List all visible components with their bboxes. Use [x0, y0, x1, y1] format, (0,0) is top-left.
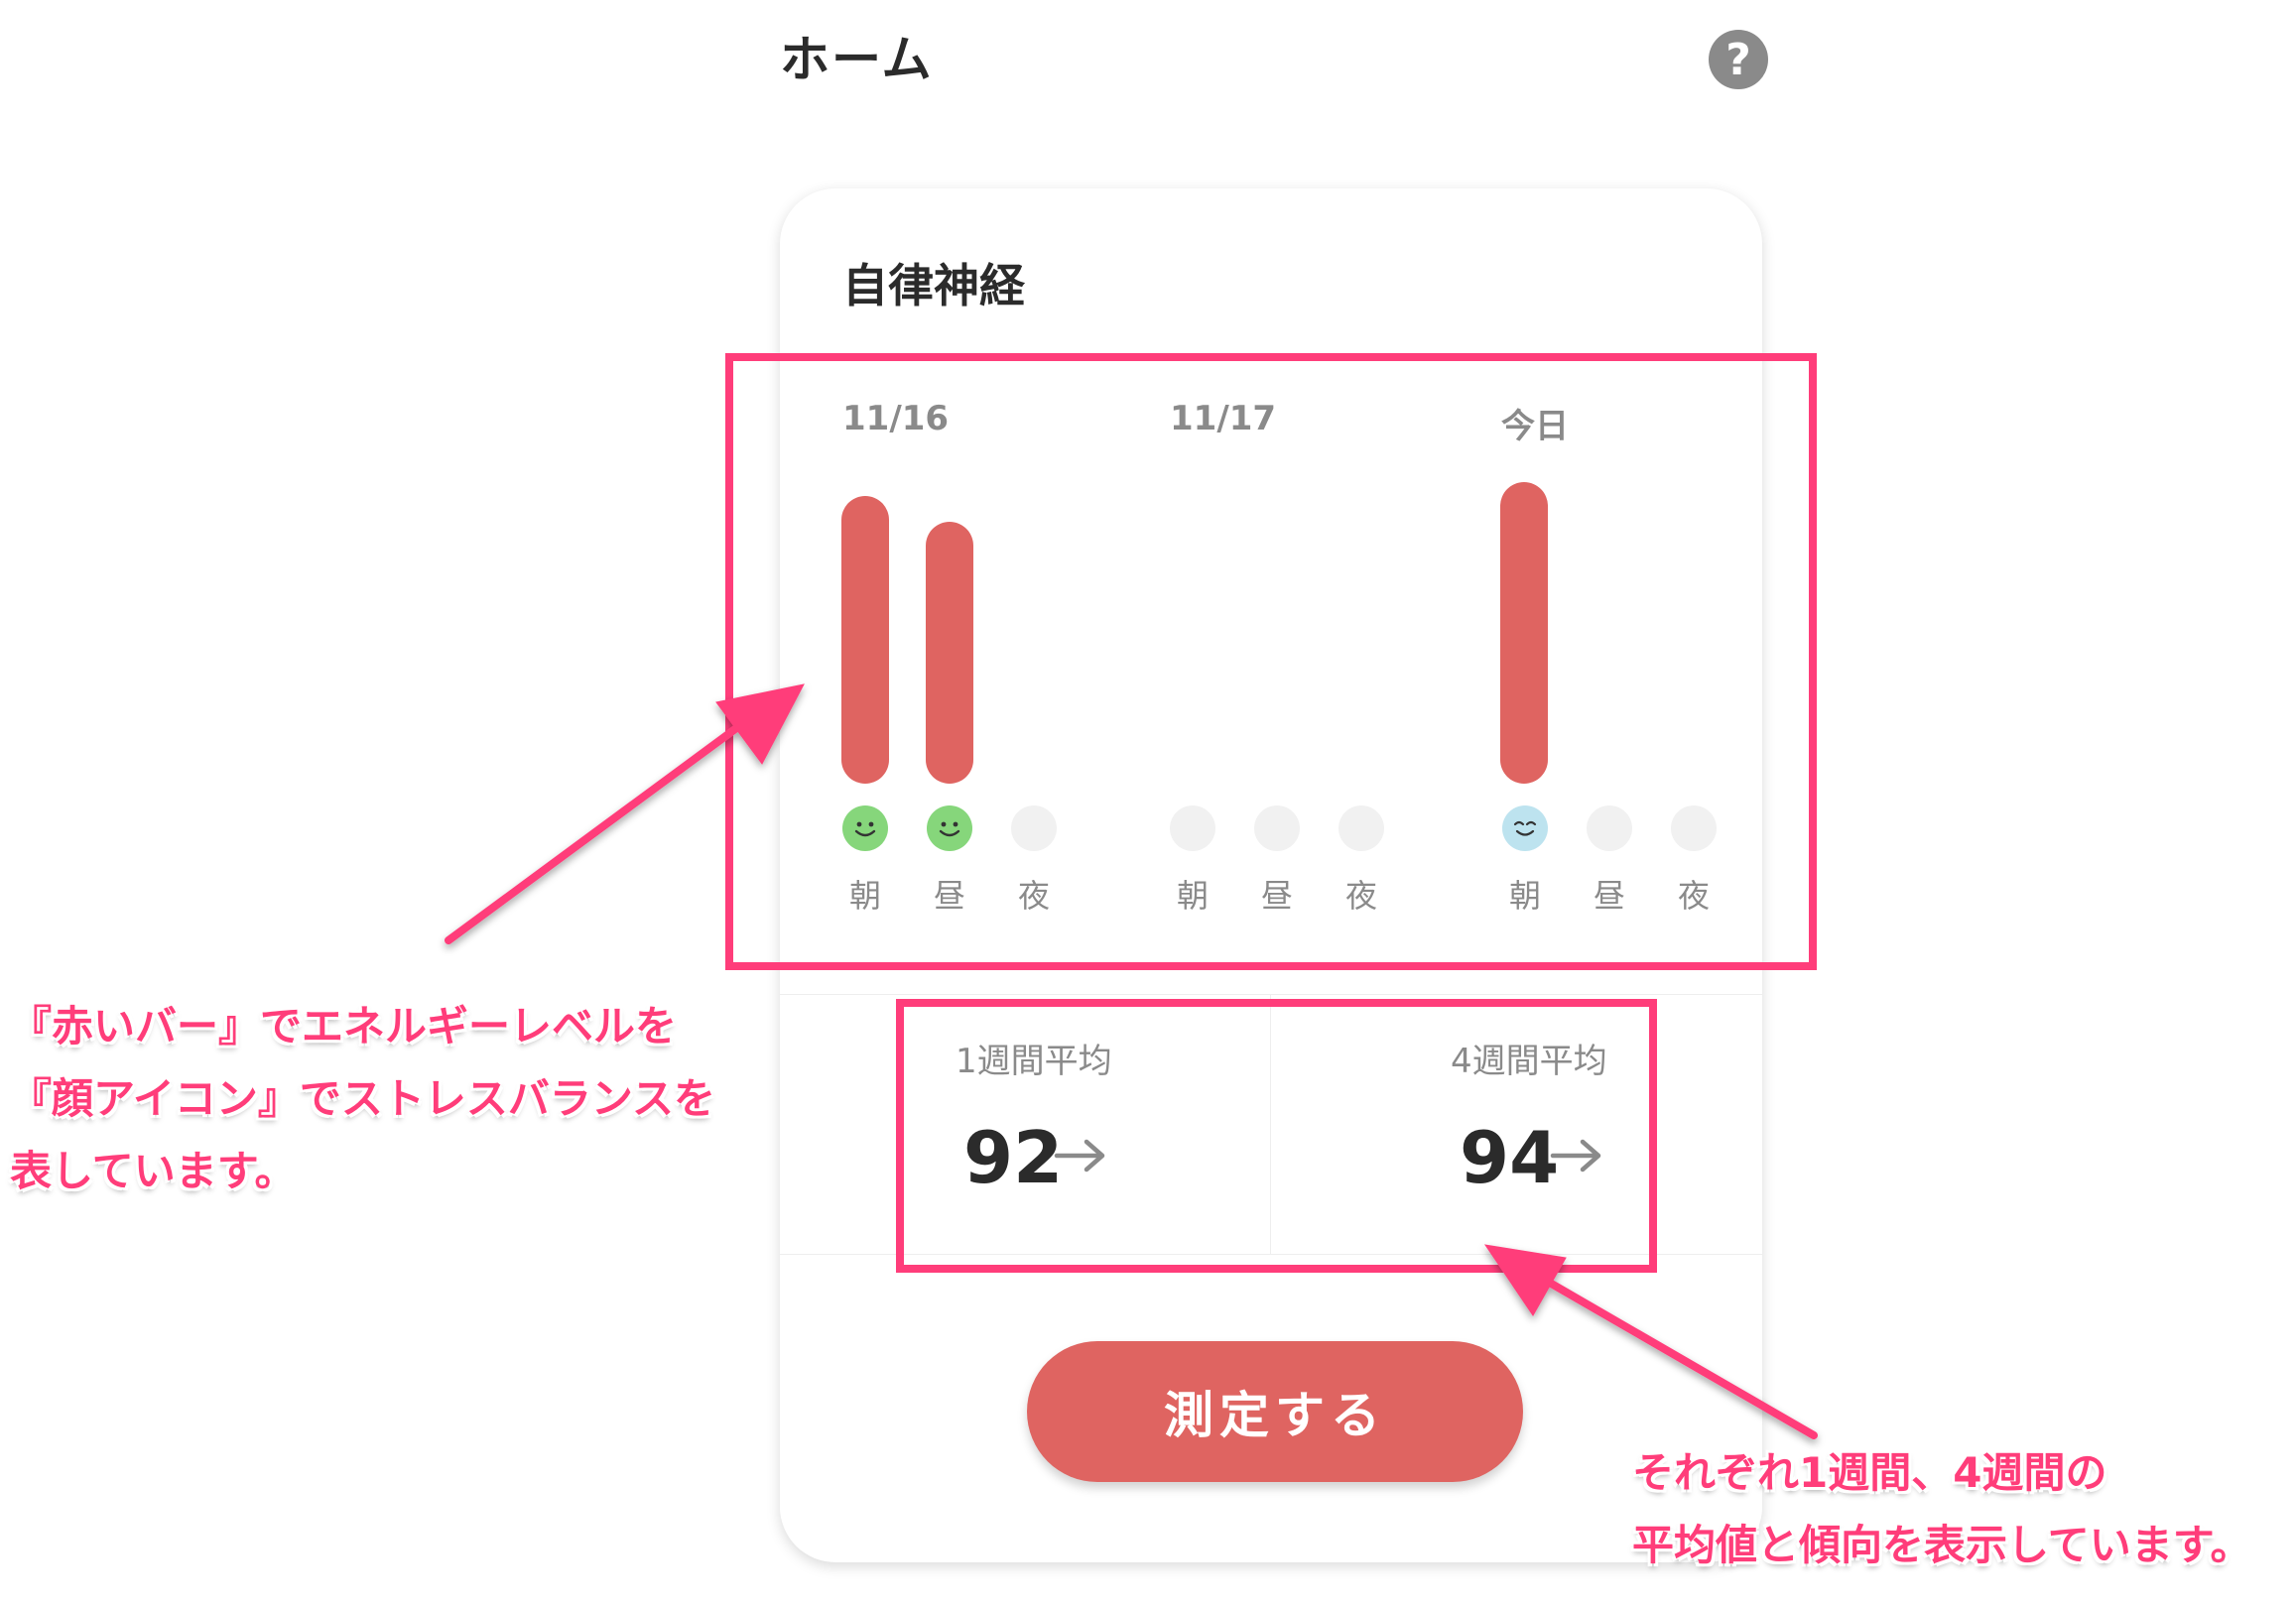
- highlight-box-averages: [896, 999, 1657, 1273]
- question-circle-icon: ?: [1725, 34, 1751, 85]
- card-title: 自律神経: [842, 259, 1025, 312]
- page-title: ホーム: [780, 31, 934, 88]
- highlight-box-chart: [725, 353, 1817, 970]
- annotation-line: 『赤いバー』でエネルギーレベルを: [10, 1002, 678, 1050]
- annotation-left: 『赤いバー』でエネルギーレベルを 『顔アイコン』でストレスバランスを 表していま…: [10, 990, 715, 1207]
- annotation-line: 表しています。: [10, 1147, 297, 1195]
- annotation-line: 平均値と傾向を表示しています。: [1632, 1521, 2252, 1569]
- divider: [780, 994, 1762, 995]
- annotation-line: それぞれ1週間、4週間の: [1632, 1448, 2107, 1497]
- annotation-right: それぞれ1週間、4週間の 平均値と傾向を表示しています。: [1632, 1436, 2252, 1581]
- measure-button[interactable]: 測定する: [1027, 1341, 1523, 1482]
- annotation-line: 『顔アイコン』でストレスバランスを: [10, 1074, 716, 1123]
- help-button[interactable]: ?: [1709, 30, 1768, 89]
